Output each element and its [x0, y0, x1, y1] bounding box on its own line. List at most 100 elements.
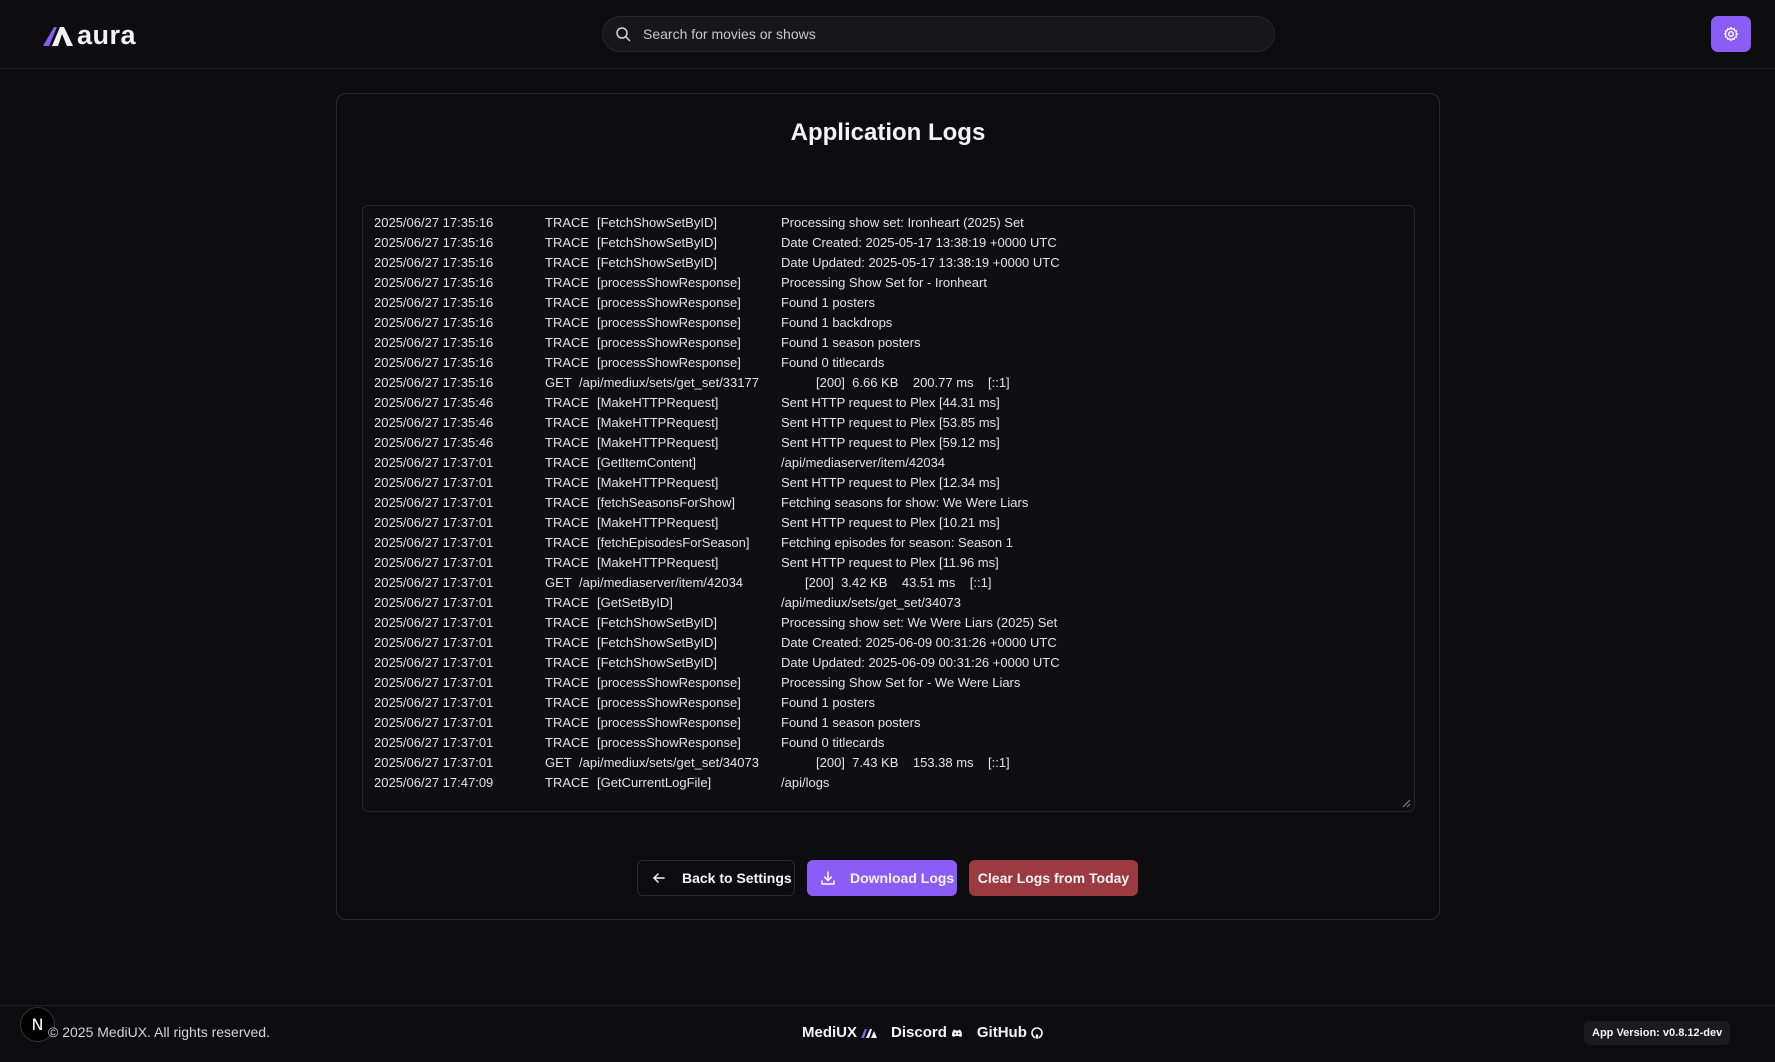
page-title: Application Logs	[790, 119, 986, 146]
log-level: TRACE	[545, 735, 590, 750]
log-line: 2025/06/27 17:35:16 TRACE [processShowResp…	[374, 333, 1414, 353]
log-line: 2025/06/27 17:37:01 TRACE [FetchShowSetByI…	[374, 653, 1414, 673]
download-button-label: Download Logs	[850, 870, 955, 886]
log-source: [FetchShowSetByID]	[597, 255, 717, 270]
log-level: TRACE	[545, 655, 590, 670]
log-viewer[interactable]: 2025/06/27 17:35:16 TRACE [FetchShowSetByI…	[362, 205, 1415, 812]
log-level: TRACE	[545, 275, 590, 290]
log-source: [processShowResponse]	[597, 275, 741, 290]
log-source: [processShowResponse]	[597, 315, 741, 330]
footer-link-label: GitHub	[976, 1024, 1027, 1041]
log-line: 2025/06/27 17:37:01 TRACE [GetItemContent]…	[374, 453, 1414, 473]
search-bar[interactable]	[602, 16, 1275, 52]
resize-handle-icon[interactable]	[1402, 799, 1411, 808]
log-message: Found 0 titlecards	[781, 355, 885, 370]
log-message: [200] 3.42 KB 43.51 ms [::1]	[805, 575, 992, 590]
log-level: TRACE	[545, 495, 590, 510]
log-message: [200] 6.66 KB 200.77 ms [::1]	[816, 375, 1010, 390]
app-logo[interactable]: aura	[43, 20, 136, 50]
log-source: [processShowResponse]	[597, 295, 741, 310]
log-line: 2025/06/27 17:37:01 TRACE [MakeHTTPRequest…	[374, 553, 1414, 573]
search-input[interactable]	[643, 26, 1243, 42]
log-source: [FetchShowSetByID]	[597, 235, 717, 250]
download-icon	[821, 871, 835, 885]
log-level: TRACE	[545, 775, 590, 790]
log-source: [MakeHTTPRequest]	[597, 475, 719, 490]
log-message: Sent HTTP request to Plex [10.21 ms]	[781, 515, 1000, 530]
log-timestamp: 2025/06/27 17:35:16	[374, 315, 494, 330]
log-timestamp: 2025/06/27 17:35:16	[374, 275, 494, 290]
log-line: 2025/06/27 17:47:09 TRACE [GetCurrentLogFi…	[374, 773, 1414, 793]
log-timestamp: 2025/06/27 17:35:46	[374, 395, 494, 410]
log-source: [FetchShowSetByID]	[597, 635, 717, 650]
log-message: Date Updated: 2025-06-09 00:31:26 +0000 …	[781, 655, 1060, 670]
log-timestamp: 2025/06/27 17:35:16	[374, 335, 494, 350]
log-line: 2025/06/27 17:35:16 GET/api/mediux/sets/g…	[374, 373, 1414, 393]
log-message: Processing Show Set for - We Were Liars	[781, 675, 1021, 690]
log-timestamp: 2025/06/27 17:35:16	[374, 295, 494, 310]
log-level: TRACE	[545, 355, 590, 370]
log-source: [MakeHTTPRequest]	[597, 435, 719, 450]
log-timestamp: 2025/06/27 17:35:16	[374, 235, 494, 250]
log-line: 2025/06/27 17:37:01 TRACE [processShowResp…	[374, 733, 1414, 753]
back-to-settings-button[interactable]: Back to Settings	[637, 860, 795, 896]
back-button-label: Back to Settings	[682, 870, 792, 886]
log-level: TRACE	[545, 455, 590, 470]
log-level: TRACE	[545, 555, 590, 570]
log-timestamp: 2025/06/27 17:37:01	[374, 755, 494, 770]
log-line: 2025/06/27 17:35:16 TRACE [FetchShowSetByI…	[374, 233, 1414, 253]
log-timestamp: 2025/06/27 17:37:01	[374, 495, 494, 510]
log-line: 2025/06/27 17:35:16 TRACE [processShowResp…	[374, 273, 1414, 293]
log-level: GET	[545, 375, 572, 390]
log-line: 2025/06/27 17:37:01 TRACE [fetchSeasonsFor…	[374, 493, 1414, 513]
log-level: GET	[545, 575, 572, 590]
log-source: [FetchShowSetByID]	[597, 615, 717, 630]
log-line: 2025/06/27 17:37:01 TRACE [MakeHTTPRequest…	[374, 513, 1414, 533]
log-line: 2025/06/27 17:35:46 TRACE [MakeHTTPRequest…	[374, 393, 1414, 413]
footer-link-mediux[interactable]: MediUX	[802, 1024, 878, 1041]
download-logs-button[interactable]: Download Logs	[807, 860, 957, 896]
log-level: TRACE	[545, 255, 590, 270]
log-source: [processShowResponse]	[597, 735, 741, 750]
log-timestamp: 2025/06/27 17:35:16	[374, 215, 494, 230]
clear-logs-button[interactable]: Clear Logs from Today	[969, 860, 1138, 896]
log-timestamp: 2025/06/27 17:37:01	[374, 595, 494, 610]
footer-link-discord[interactable]: Discord	[891, 1024, 963, 1041]
log-source: /api/mediaserver/item/42034	[579, 575, 744, 590]
top-bar: aura	[0, 0, 1775, 69]
log-timestamp: 2025/06/27 17:37:01	[374, 575, 494, 590]
log-message: Sent HTTP request to Plex [44.31 ms]	[781, 395, 1000, 410]
log-source: [processShowResponse]	[597, 715, 741, 730]
search-icon	[616, 27, 631, 42]
log-timestamp: 2025/06/27 17:37:01	[374, 615, 494, 630]
log-timestamp: 2025/06/27 17:35:46	[374, 435, 494, 450]
log-line: 2025/06/27 17:37:01 TRACE [processShowResp…	[374, 713, 1414, 733]
footer-link-label: Discord	[891, 1024, 947, 1041]
log-level: TRACE	[545, 675, 590, 690]
log-message: Processing show set: We Were Liars (2025…	[781, 615, 1058, 630]
log-source: /api/mediux/sets/get_set/33177	[579, 375, 759, 390]
footer-link-github[interactable]: GitHub	[977, 1024, 1043, 1041]
log-line: 2025/06/27 17:37:01 TRACE [processShowResp…	[374, 673, 1414, 693]
github-icon	[1031, 1026, 1043, 1039]
log-message: Date Updated: 2025-05-17 13:38:19 +0000 …	[781, 255, 1060, 270]
log-source: [GetSetByID]	[597, 595, 673, 610]
mediux-icon	[861, 1028, 878, 1038]
log-message: Fetching seasons for show: We Were Liars	[781, 495, 1029, 510]
logs-card: Application Logs 2025/06/27 17:35:16 TRAC…	[336, 93, 1440, 920]
log-line: 2025/06/27 17:35:16 TRACE [FetchShowSetByI…	[374, 253, 1414, 273]
log-source: [FetchShowSetByID]	[597, 215, 717, 230]
action-buttons: Back to Settings Download Logs Clear Log…	[337, 860, 1439, 896]
log-level: TRACE	[545, 715, 590, 730]
log-message: Found 1 posters	[781, 295, 875, 310]
log-message: Sent HTTP request to Plex [12.34 ms]	[781, 475, 1000, 490]
log-timestamp: 2025/06/27 17:37:01	[374, 675, 494, 690]
log-line: 2025/06/27 17:37:01 GET/api/mediaserver/i…	[374, 573, 1414, 593]
log-message: [200] 7.43 KB 153.38 ms [::1]	[816, 755, 1010, 770]
settings-button[interactable]	[1711, 16, 1751, 52]
log-timestamp: 2025/06/27 17:47:09	[374, 775, 494, 790]
log-level: GET	[545, 755, 572, 770]
log-timestamp: 2025/06/27 17:37:01	[374, 715, 494, 730]
log-level: TRACE	[545, 415, 590, 430]
log-line: 2025/06/27 17:37:01 TRACE [processShowResp…	[374, 693, 1414, 713]
